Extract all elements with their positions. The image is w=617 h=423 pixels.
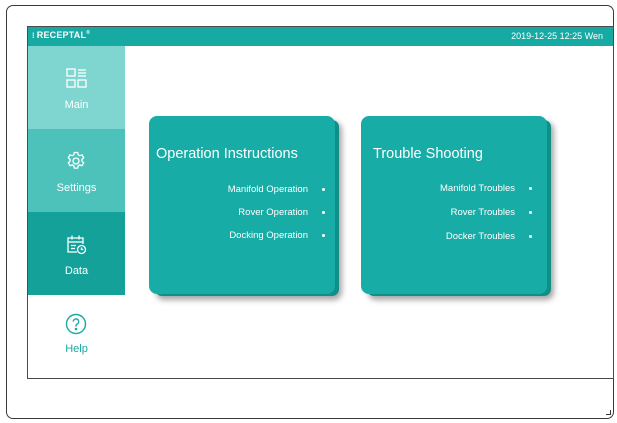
brand-logo: ⁝ RECEPTAL® (32, 30, 90, 40)
top-bar: ⁝ RECEPTAL® 2019-12-25 12:25 Wen (28, 27, 613, 46)
sidebar-item-data[interactable]: Data (28, 212, 125, 295)
bullet-dot-icon (322, 233, 325, 237)
bullet-dot-icon (529, 186, 532, 190)
rover-troubles-link[interactable]: Rover Troubles (451, 207, 532, 218)
operation-instructions-card: Operation Instructions Manifold Operatio… (149, 116, 335, 294)
link-label: Rover Operation (238, 207, 308, 218)
card-title: Trouble Shooting (373, 146, 483, 162)
brand-mark: ⁝ (32, 31, 35, 40)
link-label: Docking Operation (229, 230, 308, 241)
bullet-dot-icon (529, 234, 532, 238)
sidebar: Main Settings Data Help (28, 46, 125, 378)
brand-trademark: ® (86, 30, 91, 36)
sidebar-item-help[interactable]: Help (28, 295, 125, 378)
manifold-operation-link[interactable]: Manifold Operation (228, 184, 325, 195)
device-frame: ⁝ RECEPTAL® 2019-12-25 12:25 Wen Main Se… (6, 5, 614, 419)
link-label: Docker Troubles (445, 231, 515, 242)
bullet-dot-icon (322, 210, 325, 214)
card-title: Operation Instructions (156, 146, 298, 162)
dashboard-grid-icon (66, 68, 87, 88)
link-label: Rover Troubles (450, 207, 515, 218)
docker-troubles-link[interactable]: Docker Troubles (446, 231, 532, 242)
link-label: Manifold Operation (227, 184, 308, 195)
sidebar-item-settings[interactable]: Settings (28, 129, 125, 212)
bullet-dot-icon (322, 187, 325, 191)
rover-operation-link[interactable]: Rover Operation (238, 207, 325, 218)
brand-name: RECEPTAL (36, 30, 87, 40)
trouble-shooting-card: Trouble Shooting Manifold Troubles Rover… (361, 116, 547, 294)
sidebar-item-main[interactable]: Main (28, 46, 125, 129)
calendar-clock-icon (67, 235, 87, 255)
sidebar-item-label: Main (64, 99, 89, 111)
frame-corner-mark (606, 410, 611, 415)
datetime-display: 2019-12-25 12:25 Wen (511, 31, 603, 41)
gear-icon (67, 151, 85, 169)
sidebar-item-label: Data (64, 265, 89, 277)
manifold-troubles-link[interactable]: Manifold Troubles (440, 183, 532, 194)
app-screen: ⁝ RECEPTAL® 2019-12-25 12:25 Wen Main Se… (27, 26, 614, 379)
sidebar-item-label: Help (65, 343, 88, 355)
sidebar-item-label: Settings (56, 182, 97, 194)
question-circle-icon (65, 313, 87, 335)
link-label: Manifold Troubles (440, 183, 515, 194)
bullet-dot-icon (529, 210, 532, 214)
docking-operation-link[interactable]: Docking Operation (229, 230, 325, 241)
